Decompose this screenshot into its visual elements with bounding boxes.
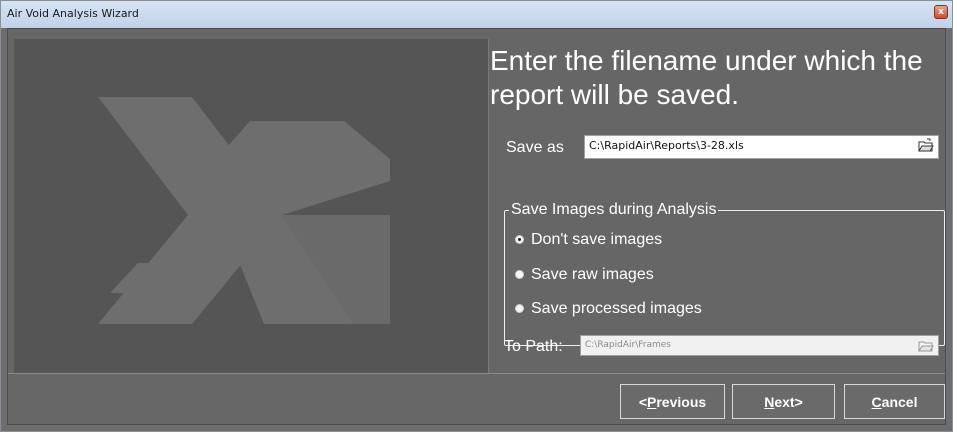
button-mnemonic: P: [647, 393, 657, 410]
previous-button[interactable]: < Previous: [620, 384, 725, 419]
save-as-input[interactable]: C:\RapidAir\Reports\3-28.xls: [584, 135, 939, 159]
button-label: revious: [656, 393, 707, 410]
button-label: ext>: [774, 393, 803, 410]
radio-indicator[interactable]: [515, 270, 524, 279]
folder-open-icon[interactable]: [918, 138, 934, 153]
to-path-input: C:\RapidAir\Frames: [580, 335, 939, 356]
radio-label: Save processed images: [531, 300, 702, 317]
wizard-window: Air Void Analysis Wizard x Enter the fil…: [0, 0, 953, 432]
folder-open-icon: [918, 341, 934, 352]
save-images-groupbox: Save Images during Analysis Don't save i…: [504, 201, 945, 346]
page-heading: Enter the filename under which the repor…: [490, 45, 923, 110]
radio-indicator[interactable]: [515, 304, 524, 313]
next-button[interactable]: Next>: [732, 384, 835, 419]
close-button[interactable]: x: [934, 5, 948, 19]
button-prefix: <: [638, 393, 648, 410]
window-title: Air Void Analysis Wizard: [7, 7, 139, 20]
logo-panel: [14, 39, 489, 375]
button-mnemonic: C: [871, 393, 882, 410]
cancel-button[interactable]: Cancel: [844, 384, 945, 419]
to-path-value: C:\RapidAir\Frames: [585, 340, 671, 350]
radio-label: Don't save images: [531, 231, 663, 248]
to-path-label: To Path:: [504, 338, 563, 355]
radio-indicator[interactable]: [515, 235, 524, 244]
radio-label: Save raw images: [531, 266, 654, 283]
save-as-label: Save as: [506, 139, 564, 156]
save-images-legend: Save Images during Analysis: [509, 201, 719, 219]
title-bar: Air Void Analysis Wizard x: [1, 1, 952, 28]
save-as-value: C:\RapidAir\Reports\3-28.xls: [589, 139, 744, 152]
close-icon: x: [938, 7, 944, 17]
x-logo-icon: [98, 97, 390, 324]
button-mnemonic: N: [764, 393, 775, 410]
wizard-client-area: Enter the filename under which the repor…: [7, 28, 946, 425]
button-label: ancel: [881, 393, 918, 410]
